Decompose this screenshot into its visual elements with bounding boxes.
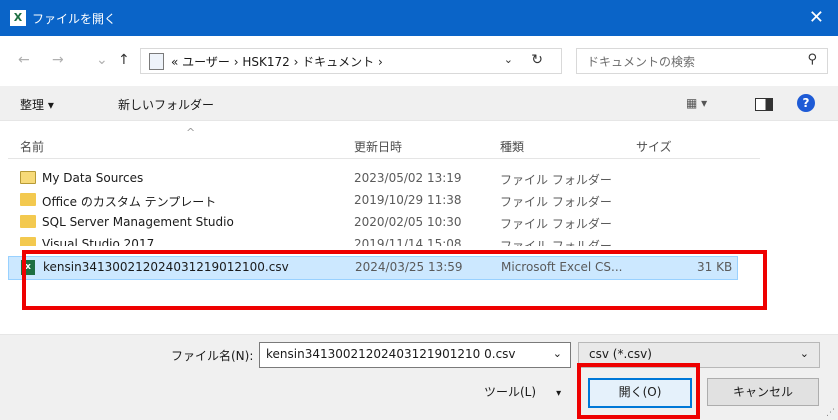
address-bar[interactable]: « ユーザー › HSK172 › ドキュメント › ⌄ ↻	[140, 48, 562, 74]
tools-dropdown-icon[interactable]: ▾	[556, 388, 561, 399]
file-name: My Data Sources	[42, 171, 144, 185]
list-item[interactable]: SQL Server Management Studio 2020/02/05 …	[8, 212, 748, 234]
special-folder-icon	[20, 171, 36, 184]
title-bar: X ファイルを開く ✕	[0, 0, 838, 36]
bottom-panel: ファイル名(N): kensin34130021202403121901210 …	[0, 334, 838, 420]
file-name: Visual Studio 2017	[42, 237, 155, 246]
list-item[interactable]: Office のカスタム テンプレート 2019/10/29 11:38 ファイ…	[8, 190, 748, 212]
file-date: 2020/02/05 10:30	[354, 215, 462, 229]
file-type: ファイル フォルダー	[500, 217, 612, 231]
preview-pane-icon[interactable]	[755, 98, 773, 111]
filename-label: ファイル名(N):	[171, 349, 254, 363]
refresh-icon[interactable]: ↻	[531, 52, 543, 68]
tools-menu[interactable]: ツール(L) ▾	[484, 383, 561, 400]
folder-icon	[20, 193, 36, 206]
list-item[interactable]: My Data Sources 2023/05/02 13:19 ファイル フォ…	[8, 168, 748, 190]
folder-icon	[20, 237, 36, 246]
list-item[interactable]: Visual Studio 2017 2019/11/14 15:08 ファイル…	[8, 234, 748, 246]
resize-grip-icon[interactable]: ⋰	[826, 408, 836, 418]
dialog-title: ファイルを開く	[32, 12, 117, 26]
column-type[interactable]: 種類	[500, 138, 524, 155]
open-file-dialog: X ファイルを開く ✕ ← → ⌄ ↑ « ユーザー › HSK172 › ドキ…	[0, 0, 838, 420]
view-options-icon[interactable]: ▦ ▾	[686, 96, 707, 110]
file-date: 2019/11/14 15:08	[354, 237, 462, 246]
file-type: ファイル フォルダー	[500, 239, 612, 246]
address-dropdown-icon[interactable]: ⌄	[504, 53, 513, 66]
organize-button[interactable]: 整理 ▾	[20, 96, 54, 113]
close-icon[interactable]: ✕	[809, 7, 824, 28]
filename-field[interactable]: kensin34130021202403121901210 0.csv ⌄	[259, 342, 571, 368]
file-type: ファイル フォルダー	[500, 195, 612, 209]
file-date: 2023/05/02 13:19	[354, 171, 462, 185]
document-folder-icon	[149, 53, 164, 70]
highlight-box-open-button	[577, 363, 700, 419]
highlight-box-selected-file	[22, 250, 767, 310]
filename-dropdown-icon[interactable]: ⌄	[553, 347, 562, 360]
recent-locations-chevron-icon[interactable]: ⌄	[96, 52, 108, 68]
file-type: ファイル フォルダー	[500, 173, 612, 187]
new-folder-button[interactable]: 新しいフォルダー	[118, 96, 214, 113]
filetype-dropdown-icon[interactable]: ⌄	[800, 347, 809, 360]
breadcrumb[interactable]: « ユーザー › HSK172 › ドキュメント ›	[171, 53, 383, 70]
command-toolbar: 整理 ▾ 新しいフォルダー ▦ ▾ ?	[0, 86, 838, 121]
column-size[interactable]: サイズ	[636, 138, 672, 155]
forward-arrow-icon[interactable]: →	[52, 52, 64, 68]
excel-app-icon: X	[10, 10, 26, 26]
up-arrow-icon[interactable]: ↑	[118, 52, 130, 68]
search-box[interactable]: ドキュメントの検索 ⚲	[576, 48, 828, 74]
search-input[interactable]: ドキュメントの検索	[587, 53, 695, 70]
tools-label: ツール(L)	[484, 385, 537, 399]
file-name: Office のカスタム テンプレート	[42, 195, 217, 209]
cancel-button[interactable]: キャンセル	[707, 378, 819, 406]
navigation-row: ← → ⌄ ↑ « ユーザー › HSK172 › ドキュメント › ⌄ ↻ ド…	[0, 44, 838, 76]
file-date: 2019/10/29 11:38	[354, 193, 462, 207]
column-header-row: ^ 名前 更新日時 種類 サイズ	[8, 124, 760, 159]
search-icon[interactable]: ⚲	[807, 52, 817, 67]
filename-input[interactable]: kensin34130021202403121901210 0.csv	[266, 347, 516, 361]
help-icon[interactable]: ?	[797, 94, 815, 112]
column-name[interactable]: 名前	[20, 138, 44, 155]
filetype-value: csv (*.csv)	[589, 347, 652, 361]
column-modified[interactable]: 更新日時	[354, 138, 402, 155]
folder-icon	[20, 215, 36, 228]
file-name: SQL Server Management Studio	[42, 215, 234, 229]
back-arrow-icon[interactable]: ←	[18, 52, 30, 68]
sort-caret-icon: ^	[186, 126, 196, 139]
